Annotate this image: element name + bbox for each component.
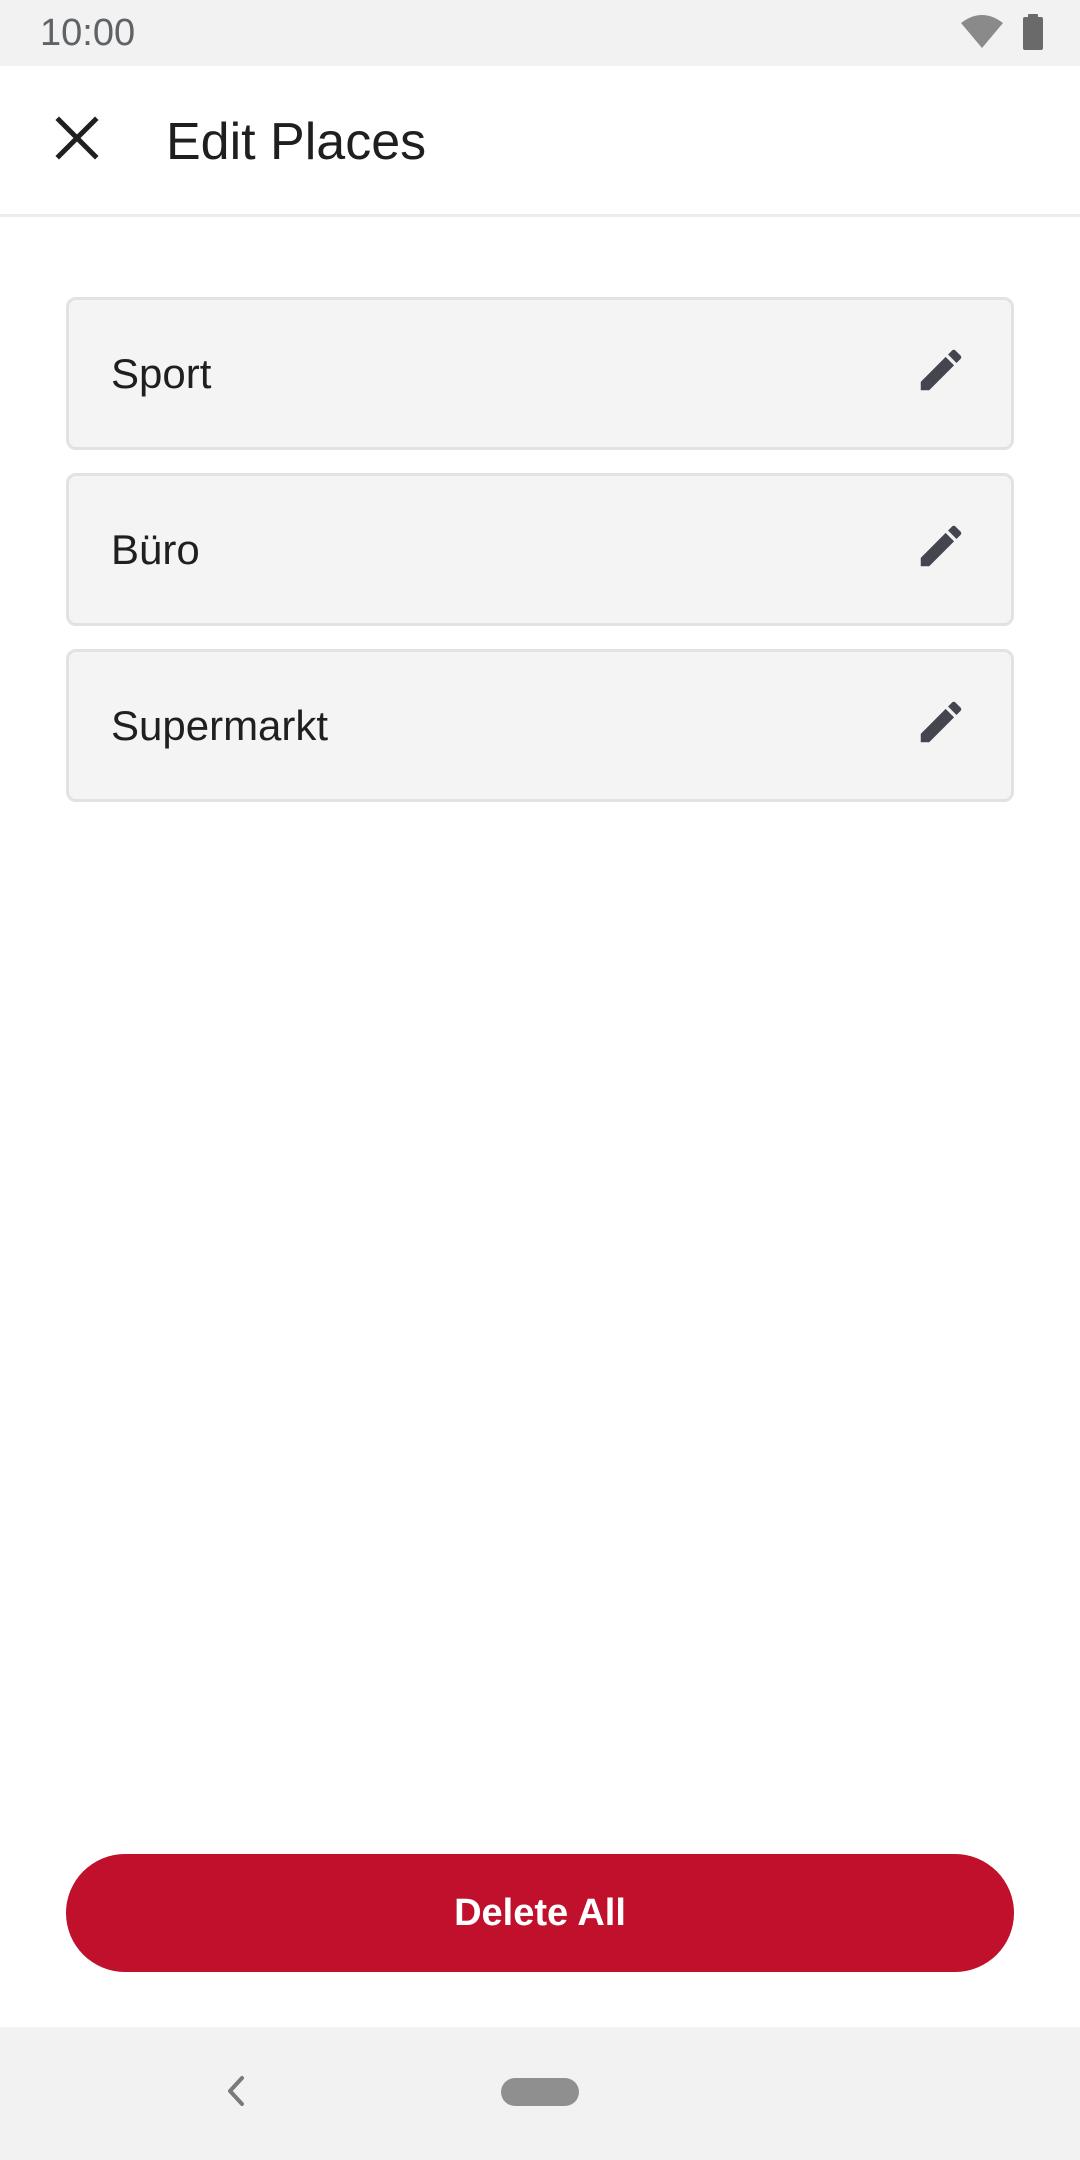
place-item-supermarkt[interactable]: Supermarkt	[66, 649, 1014, 802]
app-bar: Edit Places	[0, 66, 1080, 217]
status-icons	[960, 13, 1044, 55]
pencil-icon	[914, 695, 968, 754]
close-icon	[55, 115, 99, 165]
back-button[interactable]	[216, 2069, 256, 2117]
status-time: 10:00	[40, 12, 136, 54]
edit-place-button[interactable]	[909, 692, 973, 756]
battery-icon	[1022, 13, 1044, 55]
pencil-icon	[914, 343, 968, 402]
close-button[interactable]	[37, 100, 117, 180]
back-chevron-icon	[225, 2074, 247, 2113]
home-pill-icon[interactable]	[501, 2078, 579, 2106]
place-label: Sport	[111, 350, 212, 397]
place-label: Büro	[111, 526, 200, 573]
delete-all-button[interactable]: Delete All	[66, 1854, 1014, 1972]
place-label: Supermarkt	[111, 702, 329, 749]
place-item-sport[interactable]: Sport	[66, 297, 1014, 450]
pencil-icon	[914, 519, 968, 578]
wifi-icon	[960, 14, 1004, 54]
status-bar: 10:00	[0, 0, 1080, 66]
places-list: Sport Büro Supermarkt	[66, 297, 1014, 825]
edit-place-button[interactable]	[909, 516, 973, 580]
place-item-buero[interactable]: Büro	[66, 473, 1014, 626]
navigation-bar	[0, 2027, 1080, 2160]
page-title: Edit Places	[166, 113, 427, 171]
edit-place-button[interactable]	[909, 340, 973, 404]
edit-places-screen: 10:00 Edit Places Sport Büro Supermarkt …	[0, 0, 1080, 2160]
